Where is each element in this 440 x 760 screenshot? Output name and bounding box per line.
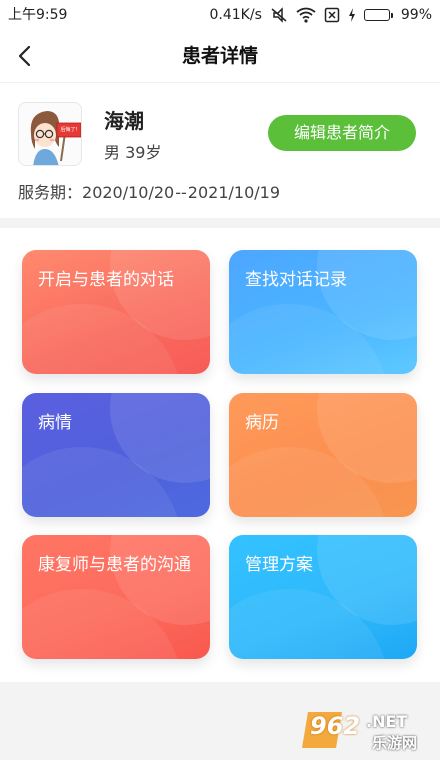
service-end: 2021/10/19 — [187, 183, 280, 202]
avatar-sign-text: 后悔了! — [60, 127, 78, 133]
tile-label: 开启与患者的对话 — [38, 270, 174, 290]
watermark-suffix: .NET — [366, 712, 408, 731]
avatar: 后悔了! — [18, 102, 82, 166]
tile-condition[interactable]: 病情 — [22, 393, 210, 517]
wifi-icon — [296, 7, 316, 23]
tile-management-plan[interactable]: 管理方案 — [229, 535, 417, 659]
charging-icon — [348, 8, 356, 22]
page-title: 患者详情 — [181, 45, 258, 67]
tile-label: 康复师与患者的沟通 — [38, 555, 191, 575]
status-right: 0.41K/s 99% — [210, 0, 433, 30]
sim-off-icon — [324, 7, 340, 23]
service-period: 服务期：2020/10/20--2021/10/19 — [18, 179, 280, 203]
mute-icon — [270, 7, 288, 23]
tile-medical-record[interactable]: 病历 — [229, 393, 417, 517]
watermark-name: 乐游网 — [372, 734, 418, 752]
service-separator: -- — [175, 183, 187, 202]
tile-label: 病情 — [38, 413, 72, 433]
battery-icon — [363, 9, 393, 21]
status-time: 上午9:59 — [8, 7, 68, 23]
patient-name: 海潮 — [104, 109, 144, 133]
service-start: 2020/10/20 — [82, 183, 175, 202]
tile-label: 查找对话记录 — [245, 270, 347, 290]
watermark-number: 962 — [310, 712, 361, 740]
status-bar: 上午9:59 0.41K/s 99% — [0, 0, 440, 30]
battery-percent: 99% — [400, 7, 432, 23]
tile-label: 病历 — [245, 413, 279, 433]
edit-patient-profile-button[interactable]: 编辑患者简介 — [268, 115, 416, 151]
patient-card: 后悔了! 海潮 男 39岁 编辑患者简介 服务期：2020/10/20--202… — [0, 82, 440, 218]
action-grid: 开启与患者的对话 查找对话记录 病情 病历 康复师与患者的沟通 管理方案 — [0, 228, 440, 682]
tile-label: 管理方案 — [245, 555, 313, 575]
tile-search-chat-history[interactable]: 查找对话记录 — [229, 250, 417, 374]
patient-gender-age: 男 39岁 — [104, 143, 162, 162]
watermark-logo: 962 .NET 乐游网 — [302, 708, 430, 754]
tile-therapist-communication[interactable]: 康复师与患者的沟通 — [22, 535, 210, 659]
app-header: 患者详情 — [0, 30, 440, 82]
service-label: 服务期： — [18, 183, 83, 202]
network-speed: 0.41K/s — [209, 7, 262, 23]
tile-start-conversation[interactable]: 开启与患者的对话 — [22, 250, 210, 374]
